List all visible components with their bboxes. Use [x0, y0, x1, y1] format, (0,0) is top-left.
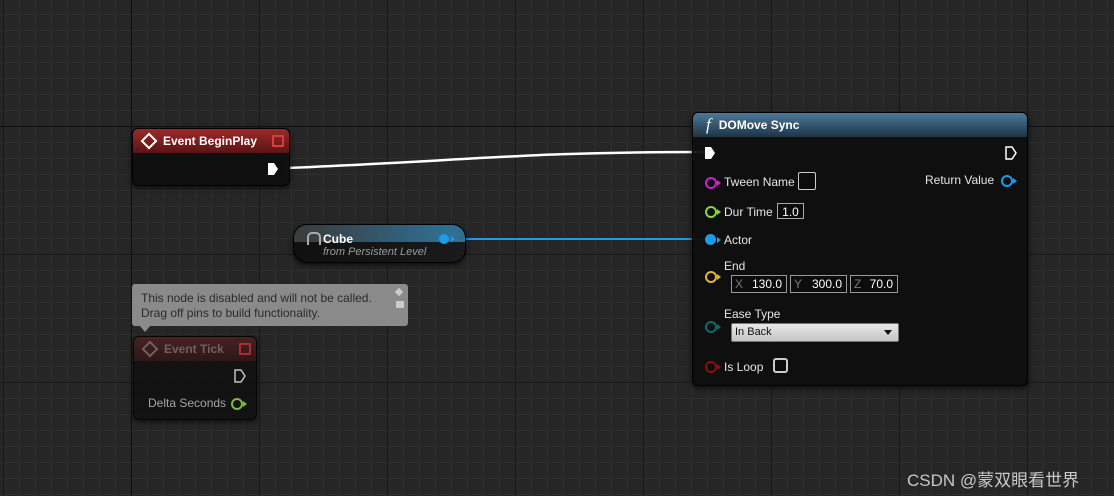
- end-vector-pin[interactable]: [705, 271, 717, 283]
- pin-icon[interactable]: [394, 287, 404, 297]
- dur-time-pin[interactable]: [705, 206, 717, 218]
- exec-out-pin[interactable]: [267, 162, 279, 176]
- end-y-value: 300.0: [811, 277, 842, 291]
- return-value-label: Return Value: [925, 173, 995, 187]
- pin-arrow-icon: [717, 209, 721, 215]
- x-axis-label: X: [735, 277, 744, 291]
- actor-pin[interactable]: [705, 234, 716, 245]
- end-z-value: 70.0: [869, 277, 893, 291]
- actor-label: Actor: [724, 233, 753, 247]
- event-tick-node[interactable]: Event Tick Delta Seconds: [133, 336, 257, 420]
- delegate-pin-icon[interactable]: [272, 135, 284, 147]
- event-diamond-icon: [141, 340, 159, 358]
- pin-arrow-icon: [717, 237, 721, 243]
- domove-sync-node[interactable]: f DOMove Sync Tween Name Return Value Du…: [692, 112, 1028, 386]
- actor-reference-icon: [307, 232, 321, 245]
- pin-arrow-icon: [717, 180, 721, 186]
- tween-name-pin[interactable]: [705, 177, 717, 189]
- tooltip-pointer: [140, 326, 150, 332]
- ease-type-label: Ease Type: [724, 307, 781, 321]
- event-diamond-icon: [140, 132, 158, 150]
- end-x-input[interactable]: X 130.0: [731, 275, 787, 293]
- cube-title: Cube: [323, 232, 353, 246]
- delta-seconds-label: Delta Seconds: [148, 396, 227, 410]
- domove-sync-header[interactable]: f DOMove Sync: [693, 113, 1027, 137]
- tween-name-label: Tween Name: [724, 175, 795, 189]
- tween-name-input[interactable]: [798, 172, 816, 190]
- dur-time-input[interactable]: 1.0: [777, 203, 804, 219]
- exec-wire: [286, 150, 707, 170]
- disabled-node-tooltip: This node is disabled and will not be ca…: [132, 284, 408, 332]
- pin-arrow-icon: [717, 324, 721, 330]
- is-loop-checkbox[interactable]: [773, 358, 788, 373]
- watermark-text: CSDN @蒙双眼看世界: [907, 471, 1080, 490]
- exec-out-pin[interactable]: [1005, 146, 1017, 160]
- pin-arrow-icon: [717, 364, 721, 370]
- end-z-input[interactable]: Z 70.0: [850, 275, 898, 293]
- cube-object-pin[interactable]: [439, 234, 449, 244]
- z-axis-label: Z: [854, 277, 862, 291]
- function-icon: f: [706, 115, 711, 134]
- end-y-input[interactable]: Y 300.0: [790, 275, 847, 293]
- tooltip-line-2: Drag off pins to build functionality.: [141, 306, 320, 320]
- event-beginplay-title: Event BeginPlay: [163, 134, 258, 148]
- exec-out-pin[interactable]: [234, 369, 246, 383]
- ease-type-value: In Back: [735, 326, 772, 338]
- chevron-down-icon: [884, 330, 892, 335]
- comment-icon[interactable]: [396, 301, 404, 308]
- end-label: End: [724, 259, 746, 273]
- event-beginplay-header[interactable]: Event BeginPlay: [133, 129, 289, 153]
- return-value-pin[interactable]: [1001, 175, 1013, 187]
- delegate-pin-icon[interactable]: [239, 343, 251, 355]
- event-tick-header[interactable]: Event Tick: [134, 337, 256, 361]
- pin-arrow-icon: [1013, 178, 1017, 184]
- ease-type-dropdown[interactable]: In Back: [731, 323, 899, 342]
- event-beginplay-node[interactable]: Event BeginPlay: [132, 128, 290, 186]
- event-tick-title: Event Tick: [164, 342, 224, 356]
- y-axis-label: Y: [794, 277, 803, 291]
- delta-seconds-pin[interactable]: [231, 398, 243, 410]
- tooltip-line-1: This node is disabled and will not be ca…: [141, 291, 372, 305]
- ease-type-pin[interactable]: [705, 321, 717, 333]
- dur-time-label: Dur Time: [724, 205, 773, 219]
- is-loop-pin[interactable]: [705, 361, 717, 373]
- pin-arrow-icon: [451, 236, 455, 242]
- exec-in-pin[interactable]: [704, 146, 716, 160]
- end-x-value: 130.0: [751, 277, 782, 291]
- domove-sync-title: DOMove Sync: [718, 118, 800, 132]
- cube-subtitle: from Persistent Level: [323, 246, 427, 258]
- is-loop-label: Is Loop: [724, 360, 764, 374]
- cube-reference-node[interactable]: Cube from Persistent Level: [293, 224, 466, 263]
- pin-arrow-icon: [243, 401, 247, 407]
- pin-arrow-icon: [717, 274, 721, 280]
